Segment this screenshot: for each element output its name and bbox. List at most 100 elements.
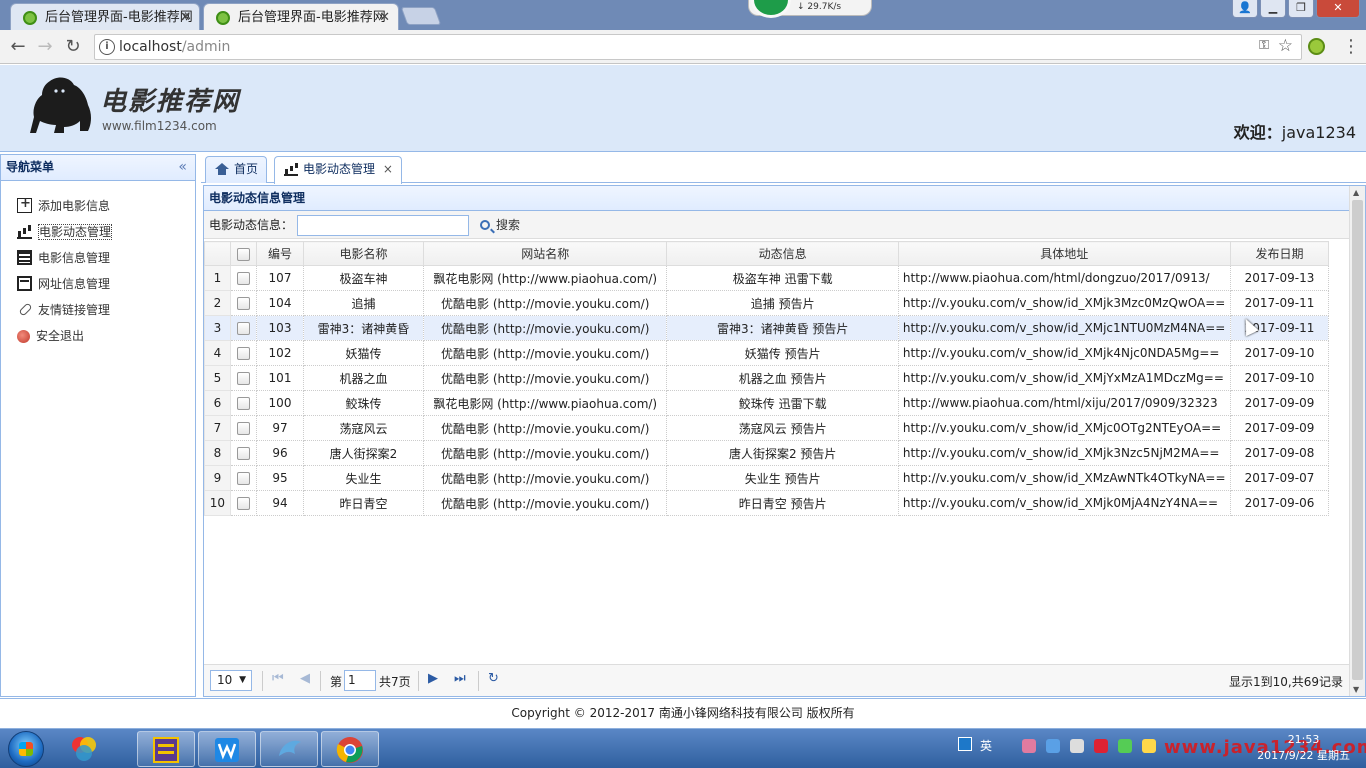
row-checkbox[interactable] xyxy=(236,272,250,285)
cell-publish-date: 2017-09-10 xyxy=(1229,365,1330,391)
browser-menu-icon[interactable]: ⋮ xyxy=(1342,36,1360,57)
column-header[interactable]: 动态信息 xyxy=(666,241,899,266)
search-input[interactable] xyxy=(297,215,469,236)
table-row[interactable]: 8 96 唐人街探案2 优酷电影 (http://movie.youku.com/) 唐… xyxy=(204,440,1349,466)
search-button[interactable]: 搜索 xyxy=(480,211,520,239)
row-checkbox[interactable] xyxy=(236,397,250,410)
tray-security-icon[interactable] xyxy=(1094,739,1108,753)
user-icon[interactable]: 👤 xyxy=(1232,0,1258,18)
row-checkbox[interactable] xyxy=(236,297,250,310)
key-icon[interactable]: ⚿ xyxy=(1259,38,1269,53)
row-checkbox[interactable] xyxy=(236,472,250,485)
page-number-input[interactable]: 1 xyxy=(344,670,376,691)
column-header[interactable]: 编号 xyxy=(256,241,304,266)
sidebar-item-add-movie[interactable]: 添加电影信息 xyxy=(1,191,195,219)
table-row[interactable]: 2 104 追捕 优酷电影 (http://movie.youku.com/) 追捕 预… xyxy=(204,290,1349,316)
site-info-icon[interactable]: i xyxy=(99,39,115,55)
prev-page-icon[interactable]: ◀ xyxy=(300,671,310,686)
address-bar[interactable]: i localhost/admin ⚿ ☆ xyxy=(94,34,1302,60)
taskbar-app-picasa[interactable] xyxy=(56,731,114,767)
last-page-icon[interactable]: ⏭ xyxy=(454,671,466,686)
bookmark-star-icon[interactable]: ☆ xyxy=(1278,36,1293,56)
start-button[interactable] xyxy=(8,731,44,767)
reload-icon[interactable]: ↻ xyxy=(62,36,84,58)
row-filler xyxy=(1328,490,1349,516)
select-all-checkbox[interactable] xyxy=(236,247,250,261)
tray-box-icon[interactable] xyxy=(1046,739,1060,753)
row-filler xyxy=(1328,390,1349,416)
tab-movie-dynamic[interactable]: 电影动态管理 × xyxy=(274,156,402,184)
browser-tab-1[interactable]: 后台管理界面-电影推荐网 ✕ xyxy=(10,3,200,30)
taskbar-app-editor[interactable] xyxy=(198,731,256,767)
sidebar-item-web-info[interactable]: 网址信息管理 xyxy=(1,271,195,297)
select-all-header[interactable] xyxy=(229,241,258,266)
chrome-icon xyxy=(336,737,363,763)
forward-icon[interactable]: → xyxy=(34,36,56,58)
table-row[interactable]: 7 97 荡寇风云 优酷电影 (http://movie.youku.com/) 荡寇风… xyxy=(204,415,1349,441)
browser-tab-2[interactable]: 后台管理界面-电影推荐网 ✕ xyxy=(203,3,399,30)
cell-id: 103 xyxy=(256,315,304,341)
next-page-icon[interactable]: ▶ xyxy=(428,671,438,686)
collapse-icon[interactable]: « xyxy=(178,155,187,180)
scroll-up-icon[interactable]: ▲ xyxy=(1353,188,1359,197)
row-checkbox[interactable] xyxy=(236,322,250,335)
clock-time: 21:53 xyxy=(1287,733,1320,746)
extension-icon[interactable] xyxy=(1308,38,1325,55)
column-header[interactable]: 具体地址 xyxy=(897,241,1231,266)
input-language[interactable]: 英 xyxy=(980,737,992,754)
column-header[interactable]: 网站名称 xyxy=(422,241,668,266)
taskbar-app-dolphin[interactable] xyxy=(260,731,318,767)
new-tab-button[interactable] xyxy=(400,7,442,25)
taskbar-app-java-ide[interactable] xyxy=(137,731,195,767)
cell-site-name: 优酷电影 (http://movie.youku.com/) xyxy=(422,490,668,516)
close-window-button[interactable]: ✕ xyxy=(1316,0,1360,18)
sidebar-item-logout[interactable]: 安全退出 xyxy=(1,323,195,349)
table-row[interactable]: 9 95 失业生 优酷电影 (http://movie.youku.com/) 失业生 … xyxy=(204,465,1349,491)
close-tab-icon[interactable]: × xyxy=(383,162,393,176)
taskbar-app-chrome[interactable] xyxy=(321,731,379,767)
row-checkbox[interactable] xyxy=(236,347,250,360)
tab-home[interactable]: 首页 xyxy=(205,156,268,183)
vertical-scrollbar[interactable]: ▲ ▼ xyxy=(1349,186,1365,696)
panel-title: 电影动态信息管理 xyxy=(204,186,1365,211)
back-icon[interactable]: ← xyxy=(7,36,29,58)
sidebar-item-movie-info[interactable]: 电影信息管理 xyxy=(1,245,195,271)
row-checkbox[interactable] xyxy=(236,422,250,435)
table-row[interactable]: 4 102 妖猫传 优酷电影 (http://movie.youku.com/) 妖猫传… xyxy=(204,340,1349,366)
maximize-button[interactable]: ❐ xyxy=(1288,0,1314,18)
table-row[interactable]: 5 101 机器之血 优酷电影 (http://movie.youku.com/) 机器… xyxy=(204,365,1349,391)
close-tab-icon[interactable]: ✕ xyxy=(180,4,191,30)
sidebar-item-links[interactable]: 友情链接管理 xyxy=(1,297,195,323)
page-size-select[interactable]: 10 ▼ xyxy=(210,670,252,691)
scroll-down-icon[interactable]: ▼ xyxy=(1353,685,1359,694)
site-favicon-icon xyxy=(216,11,230,25)
sidebar-item-label: 电影信息管理 xyxy=(38,251,111,265)
first-page-icon[interactable]: ⏮ xyxy=(272,671,284,686)
row-checkbox[interactable] xyxy=(236,447,250,460)
tray-shield-icon[interactable] xyxy=(1142,739,1156,753)
sidebar-item-movie-dynamic[interactable]: 电影动态管理 xyxy=(1,219,195,245)
cell-id: 104 xyxy=(256,290,304,316)
cell-id: 101 xyxy=(256,365,304,391)
system-clock[interactable]: 21:53 2017/9/22 星期五 xyxy=(1257,732,1350,764)
row-checkbox[interactable] xyxy=(236,497,250,510)
cell-url: http://www.piaohua.com/html/xiju/2017/09… xyxy=(897,390,1231,416)
table-row[interactable]: 3 103 雷神3：诸神黄昏 优酷电影 (http://movie.youku.com… xyxy=(204,315,1349,341)
table-row[interactable]: 10 94 昨日青空 优酷电影 (http://movie.youku.com/) 昨日… xyxy=(204,490,1349,516)
ime-icon[interactable] xyxy=(958,737,972,751)
refresh-icon[interactable]: ↻ xyxy=(488,671,499,686)
close-tab-icon[interactable]: ✕ xyxy=(379,4,390,30)
chart-icon xyxy=(17,224,32,239)
table-row[interactable]: 1 107 极盗车神 飘花电影网 (http://www.piaohua.com/) 极… xyxy=(204,265,1349,291)
column-header[interactable]: 发布日期 xyxy=(1229,241,1330,266)
url-text[interactable]: localhost/admin xyxy=(119,39,230,55)
table-row[interactable]: 6 100 鲛珠传 飘花电影网 (http://www.piaohua.com/) 鲛珠… xyxy=(204,390,1349,416)
data-grid: 编号 电影名称 网站名称 动态信息 具体地址 发布日期 1 107 极盗车神 飘花电影… xyxy=(204,241,1349,666)
row-checkbox[interactable] xyxy=(236,372,250,385)
minimize-button[interactable]: ▁ xyxy=(1260,0,1286,18)
scrollbar-thumb[interactable] xyxy=(1352,200,1363,680)
tray-network-icon[interactable] xyxy=(1070,739,1084,753)
column-header[interactable]: 电影名称 xyxy=(302,241,425,266)
tray-flower-icon[interactable] xyxy=(1022,739,1036,753)
tray-update-icon[interactable] xyxy=(1118,739,1132,753)
